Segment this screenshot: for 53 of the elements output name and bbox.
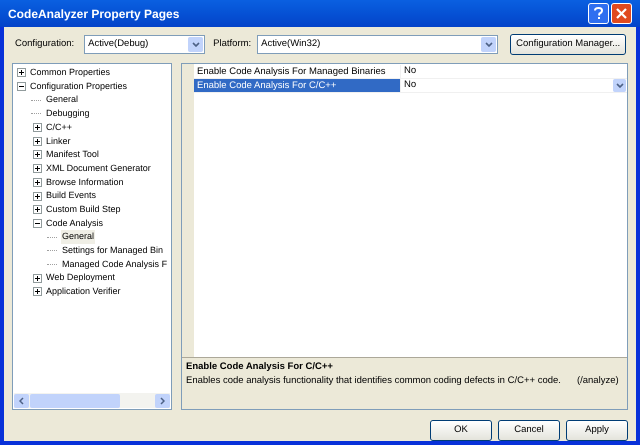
tree-item[interactable]: Debugging	[45, 107, 91, 121]
expand-icon[interactable]	[17, 68, 26, 78]
expand-icon[interactable]	[33, 150, 42, 160]
tree-item[interactable]: Configuration Properties	[29, 80, 128, 94]
tree-item[interactable]: C/C++	[45, 120, 74, 134]
description-title: Enable Code Analysis For C/C++	[186, 360, 334, 374]
expand-icon[interactable]	[33, 178, 42, 187]
property-name[interactable]: Enable Code Analysis For C/C++	[194, 79, 400, 92]
tree-item[interactable]: Build Events	[45, 189, 98, 203]
dialog-button[interactable]: Apply	[566, 420, 628, 441]
tree-item[interactable]: Custom Build Step	[45, 202, 122, 216]
expand-icon[interactable]	[33, 123, 42, 132]
option-text: (/analyze)	[576, 374, 619, 388]
dialog-button[interactable]: Cancel	[498, 420, 560, 441]
tree-item[interactable]: General	[45, 93, 80, 107]
tree-item[interactable]: Application Verifier	[45, 285, 122, 299]
expand-icon[interactable]	[33, 192, 42, 201]
configuration-manager-button[interactable]: Configuration Manager...	[510, 34, 626, 54]
scroll-left-button[interactable]	[14, 394, 29, 408]
close-icon	[616, 8, 627, 19]
configuration-label: Configuration:	[15, 36, 74, 51]
help-button[interactable]	[588, 3, 609, 24]
property-value[interactable]: No	[401, 64, 627, 79]
collapse-icon[interactable]	[17, 82, 26, 92]
expand-icon[interactable]	[33, 205, 42, 214]
tree-item[interactable]: Common Properties	[29, 66, 112, 80]
tree-item[interactable]: Manifest Tool	[45, 148, 100, 162]
platform-dropdown[interactable]: Active(Win32)	[257, 34, 498, 54]
configuration-dropdown[interactable]: Active(Debug)	[84, 34, 206, 54]
tree-item[interactable]: General	[61, 230, 96, 244]
property-name[interactable]: Enable Code Analysis For Managed Binaries	[194, 65, 400, 78]
tree-item[interactable]: Web Deployment	[45, 271, 116, 285]
dialog-button[interactable]: OK	[430, 420, 492, 441]
expand-icon[interactable]	[33, 136, 42, 146]
collapse-icon[interactable]	[33, 218, 42, 228]
tree-item[interactable]: Code Analysis	[45, 216, 104, 230]
close-button[interactable]	[611, 3, 632, 24]
window-title: CodeAnalyzer Property Pages	[8, 6, 180, 22]
tree-item[interactable]: Managed Code Analysis F	[61, 258, 168, 272]
tree-item[interactable]: Linker	[45, 134, 72, 148]
expand-icon[interactable]	[33, 287, 42, 296]
question-mark-icon	[594, 7, 603, 20]
tree-item[interactable]: Browse Information	[45, 176, 125, 190]
expand-icon[interactable]	[33, 164, 42, 174]
description-text: Enables code analysis functionality that identifies common coding defects in C/C++ code.	[186, 374, 561, 388]
expand-icon[interactable]	[33, 274, 42, 283]
scroll-right-button[interactable]	[155, 394, 170, 408]
property-value[interactable]: No	[401, 78, 613, 93]
horizontal-scrollbar[interactable]	[14, 393, 170, 408]
platform-label: Platform:	[213, 36, 252, 51]
tree-item[interactable]: Settings for Managed Bin	[61, 244, 164, 258]
tree-item[interactable]: XML Document Generator	[45, 162, 152, 176]
scroll-thumb[interactable]	[30, 394, 120, 408]
